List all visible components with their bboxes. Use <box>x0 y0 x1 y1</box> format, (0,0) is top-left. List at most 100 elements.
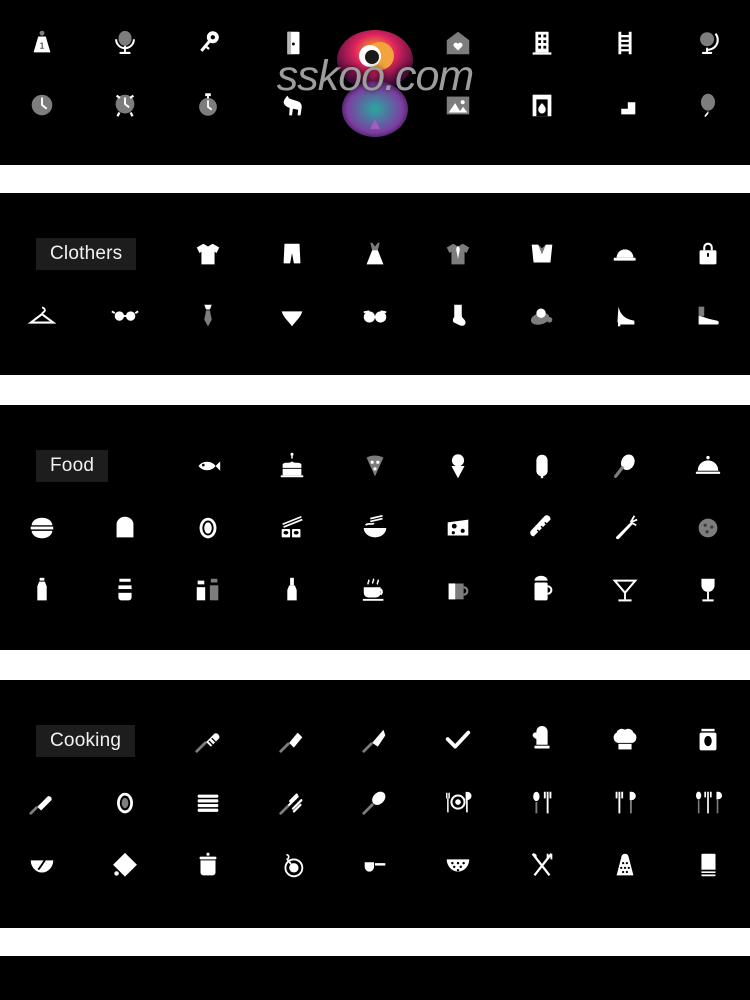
icon-cell-cutlery-trio[interactable] <box>667 772 750 834</box>
icon-cell-kitchen-scale[interactable] <box>667 710 750 772</box>
icon-cell-coffee-cup[interactable] <box>333 559 416 621</box>
icon-cell-cookie[interactable] <box>667 497 750 559</box>
icon-cell-water-bottle[interactable] <box>0 559 83 621</box>
icon-cell-stock-pot[interactable] <box>167 834 250 896</box>
balloon-icon <box>701 93 716 118</box>
icon-cell-ladder[interactable] <box>583 12 666 74</box>
icon-cell-door[interactable] <box>250 12 333 74</box>
icon-cell-chef-knife[interactable] <box>333 710 416 772</box>
icon-cell-alarm-clock[interactable] <box>83 74 166 136</box>
section-clothers: Clothers <box>0 193 750 375</box>
icon-cell-stopwatch[interactable] <box>167 74 250 136</box>
icon-cell-fork-knife[interactable] <box>583 772 666 834</box>
icon-cell-place-setting[interactable] <box>417 772 500 834</box>
icon-cell-fork-single[interactable] <box>250 772 333 834</box>
burger-icon <box>30 517 53 539</box>
icon-cell-colander[interactable] <box>417 834 500 896</box>
icon-cell-shorts[interactable] <box>250 223 333 285</box>
icon-cell-fireplace[interactable] <box>500 74 583 136</box>
icon-cell-handbag[interactable] <box>667 223 750 285</box>
icon-cell-picture-frame[interactable] <box>417 74 500 136</box>
icon-cell-cloche[interactable] <box>667 435 750 497</box>
icon-cell-popsicle[interactable] <box>500 435 583 497</box>
icon-cell-vest[interactable] <box>500 223 583 285</box>
icon-cell-rolling-pin[interactable] <box>0 772 83 834</box>
icon-cell-sneaker[interactable] <box>667 285 750 347</box>
necktie-icon <box>204 304 213 327</box>
icon-cell-ladle[interactable] <box>333 834 416 896</box>
icon-cell-key[interactable] <box>167 12 250 74</box>
icon-cell-tshirt[interactable] <box>167 223 250 285</box>
section-separator <box>0 165 750 193</box>
icon-cell-clock[interactable] <box>0 74 83 136</box>
icon-cell-spoon-fork[interactable] <box>500 772 583 834</box>
section-label-cell-clothers: Clothers <box>0 223 167 285</box>
icon-cell-paring-knife[interactable] <box>417 710 500 772</box>
icon-cell-necktie[interactable] <box>167 285 250 347</box>
icon-cell-oven-mitt[interactable] <box>500 710 583 772</box>
shorts-icon <box>283 243 301 264</box>
icon-cell-stacked-bowls[interactable] <box>167 772 250 834</box>
icon-cell-crossed-utensils[interactable] <box>500 834 583 896</box>
icon-cell-beer-mug[interactable] <box>500 559 583 621</box>
icon-cell-cheese[interactable] <box>417 497 500 559</box>
ladle-icon <box>364 862 386 872</box>
icon-cell-polo-tie[interactable] <box>417 223 500 285</box>
icon-cell-bulb-plant[interactable] <box>333 12 416 74</box>
icon-cell-baguette[interactable] <box>500 497 583 559</box>
icon-cell-cap[interactable] <box>583 223 666 285</box>
icon-cell-panties[interactable] <box>250 285 333 347</box>
icon-cell-burger[interactable] <box>0 497 83 559</box>
icon-cell-jar[interactable] <box>83 559 166 621</box>
icon-cell-mixing-bowl[interactable] <box>0 834 83 896</box>
icon-cell-fish[interactable] <box>167 435 250 497</box>
icon-cell-cocktail-glass[interactable] <box>583 559 666 621</box>
icon-cell-bra[interactable] <box>333 285 416 347</box>
icon-row <box>0 285 750 347</box>
icon-cell-plate[interactable] <box>83 772 166 834</box>
icon-cell-grater[interactable] <box>583 834 666 896</box>
key-icon <box>200 31 220 52</box>
icon-cell-horse[interactable] <box>250 74 333 136</box>
icon-cell-noodle-bowl[interactable] <box>333 497 416 559</box>
icon-cell-sock[interactable] <box>417 285 500 347</box>
icon-cell-pot-holder[interactable] <box>83 834 166 896</box>
icon-cell-salt-pepper[interactable] <box>167 559 250 621</box>
icon-cell-sushi[interactable] <box>250 497 333 559</box>
icon-cell-house-heart[interactable] <box>417 12 500 74</box>
icon-cell-high-heel[interactable] <box>583 285 666 347</box>
icon-cell-chef-hat[interactable] <box>583 710 666 772</box>
icon-cell-slipper[interactable] <box>500 285 583 347</box>
icon-cell-balloon[interactable] <box>667 74 750 136</box>
icon-cell-weight-scale[interactable]: 1 <box>0 12 83 74</box>
icon-cell-recipe-book[interactable] <box>667 834 750 896</box>
icon-cell-microphone[interactable] <box>83 12 166 74</box>
icon-cell-dress[interactable] <box>333 223 416 285</box>
icon-cell-ice-cream-cone[interactable] <box>417 435 500 497</box>
bra-icon <box>363 310 387 323</box>
icon-cell-wine-glass[interactable] <box>667 559 750 621</box>
icon-cell-spoon-single[interactable] <box>333 772 416 834</box>
icon-cell-frying-pan[interactable] <box>250 834 333 896</box>
paring-knife-icon <box>446 730 471 749</box>
icon-cell-carrot[interactable] <box>583 497 666 559</box>
icon-cell-glasses[interactable] <box>83 285 166 347</box>
icon-cell-deer[interactable] <box>333 74 416 136</box>
ladder-icon <box>618 31 632 55</box>
icon-cell-bread-slice[interactable] <box>83 497 166 559</box>
icon-cell-chicken-leg[interactable] <box>583 435 666 497</box>
sneaker-icon <box>698 306 720 325</box>
section-next <box>0 956 750 1000</box>
icon-cell-pizza-slice[interactable] <box>333 435 416 497</box>
icon-cell-mug[interactable] <box>417 559 500 621</box>
icon-cell-wine-bottle[interactable] <box>250 559 333 621</box>
icon-cell-stairs[interactable] <box>583 74 666 136</box>
icon-cell-hanger[interactable] <box>0 285 83 347</box>
spoon-fork-icon <box>532 791 551 814</box>
icon-cell-globe-stand[interactable] <box>667 12 750 74</box>
icon-cell-birthday-cake[interactable] <box>250 435 333 497</box>
icon-cell-building[interactable] <box>500 12 583 74</box>
icon-cell-spatula[interactable] <box>167 710 250 772</box>
icon-cell-lemon-slice[interactable] <box>167 497 250 559</box>
icon-cell-cleaver[interactable] <box>250 710 333 772</box>
